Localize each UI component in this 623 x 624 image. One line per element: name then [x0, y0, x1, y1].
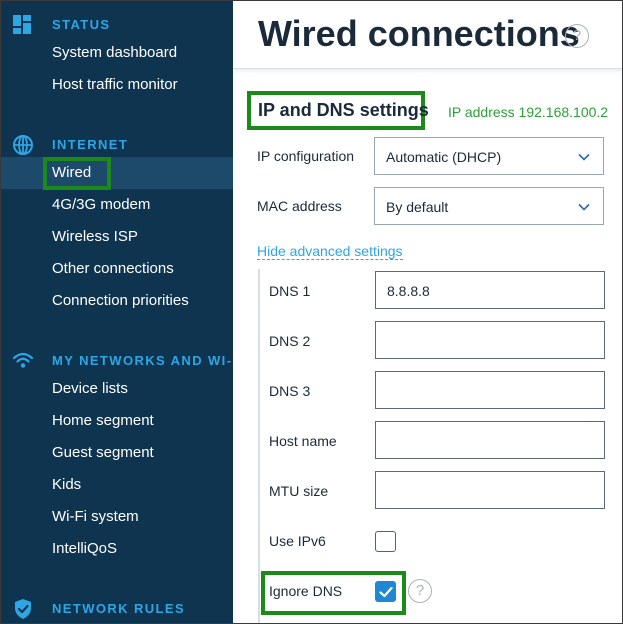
sidebar-item-device-lists[interactable]: Device lists	[1, 373, 233, 405]
page-header: Wired connections ?	[233, 1, 622, 69]
sidebar: STATUS System dashboard Host traffic mon…	[1, 1, 233, 623]
help-icon[interactable]: ?	[408, 579, 432, 603]
sidebar-section-title: NETWORK RULES	[52, 601, 186, 616]
dns3-label: DNS 3	[269, 383, 311, 399]
help-icon[interactable]: ?	[565, 24, 589, 48]
advanced-section-divider	[258, 269, 260, 623]
sidebar-item-label: Wireless ISP	[52, 228, 138, 245]
ip-configuration-label: IP configuration	[257, 148, 355, 164]
sidebar-item-intelliqos[interactable]: IntelliQoS	[1, 533, 233, 565]
sidebar-item-other-connections[interactable]: Other connections	[1, 253, 233, 285]
sidebar-item-wi-fi-system[interactable]: Wi-Fi system	[1, 501, 233, 533]
checkmark-icon	[379, 586, 393, 598]
sidebar-section-header[interactable]: NETWORK RULES	[1, 598, 233, 620]
wifi-icon	[12, 352, 34, 368]
chevron-down-icon	[578, 203, 590, 211]
sidebar-item-kids[interactable]: Kids	[1, 469, 233, 501]
sidebar-item-4g-3g-modem[interactable]: 4G/3G modem	[1, 189, 233, 221]
sidebar-item-wireless-isp[interactable]: Wireless ISP	[1, 221, 233, 253]
input-value: 8.8.8.8	[387, 283, 430, 299]
use-ipv6-checkbox[interactable]	[375, 531, 396, 552]
hide-advanced-settings-link[interactable]: Hide advanced settings	[257, 243, 403, 260]
sidebar-item-label: Wi-Fi system	[52, 508, 139, 525]
mtu-size-input[interactable]	[375, 471, 605, 509]
select-value: By default	[386, 199, 449, 215]
sidebar-item-label: Home segment	[52, 412, 154, 429]
use-ipv6-label: Use IPv6	[269, 533, 326, 549]
highlight-wired	[43, 157, 111, 190]
dns1-input[interactable]: 8.8.8.8	[375, 271, 605, 309]
sidebar-item-label: Other connections	[52, 260, 174, 277]
globe-icon	[13, 135, 33, 155]
sidebar-item-label: IntelliQoS	[52, 540, 118, 557]
sidebar-section-title: STATUS	[52, 17, 111, 32]
sidebar-item-host-traffic-monitor[interactable]: Host traffic monitor	[1, 69, 233, 101]
sidebar-item-connection-priorities[interactable]: Connection priorities	[1, 285, 233, 317]
page-title: Wired connections	[258, 13, 580, 54]
section-title: IP and DNS settings	[258, 100, 429, 120]
dns2-input[interactable]	[375, 321, 605, 359]
sidebar-item-label: System dashboard	[52, 44, 178, 61]
ignore-dns-label: Ignore DNS	[269, 583, 343, 599]
app-frame: STATUS System dashboard Host traffic mon…	[0, 0, 623, 624]
sidebar-section-header: INTERNET	[1, 134, 233, 156]
main-content: Wired connections ? IP and DNS settings …	[233, 1, 622, 623]
dns1-label: DNS 1	[269, 283, 311, 299]
sidebar-item-label: Kids	[52, 476, 82, 493]
dns2-label: DNS 2	[269, 333, 311, 349]
ip-address-status: IP address 192.168.100.2	[448, 104, 609, 120]
mac-address-label: MAC address	[257, 198, 342, 214]
mac-address-select[interactable]: By default	[374, 187, 604, 225]
mtu-size-label: MTU size	[269, 483, 329, 499]
sidebar-section-header: MY NETWORKS AND WI-FI	[1, 350, 233, 372]
chevron-down-icon	[578, 153, 590, 161]
sidebar-item-wired[interactable]: Wired	[1, 157, 233, 189]
host-name-input[interactable]	[375, 421, 605, 459]
sidebar-section-title: MY NETWORKS AND WI-FI	[52, 353, 233, 368]
sidebar-item-label: 4G/3G modem	[52, 196, 151, 213]
sidebar-section-header: STATUS	[1, 14, 233, 36]
ip-configuration-select[interactable]: Automatic (DHCP)	[374, 137, 604, 175]
sidebar-section-title: INTERNET	[52, 137, 129, 152]
sidebar-item-label: Host traffic monitor	[52, 76, 178, 93]
dashboard-icon	[13, 15, 31, 34]
sidebar-item-label: Guest segment	[52, 444, 154, 461]
sidebar-item-label: Connection priorities	[52, 292, 189, 309]
sidebar-item-home-segment[interactable]: Home segment	[1, 405, 233, 437]
ignore-dns-checkbox[interactable]	[375, 581, 396, 602]
sidebar-item-system-dashboard[interactable]: System dashboard	[1, 37, 233, 69]
dns3-input[interactable]	[375, 371, 605, 409]
host-name-label: Host name	[269, 433, 337, 449]
sidebar-item-label: Device lists	[52, 380, 128, 397]
shield-icon	[15, 599, 31, 619]
select-value: Automatic (DHCP)	[386, 149, 502, 165]
sidebar-item-guest-segment[interactable]: Guest segment	[1, 437, 233, 469]
